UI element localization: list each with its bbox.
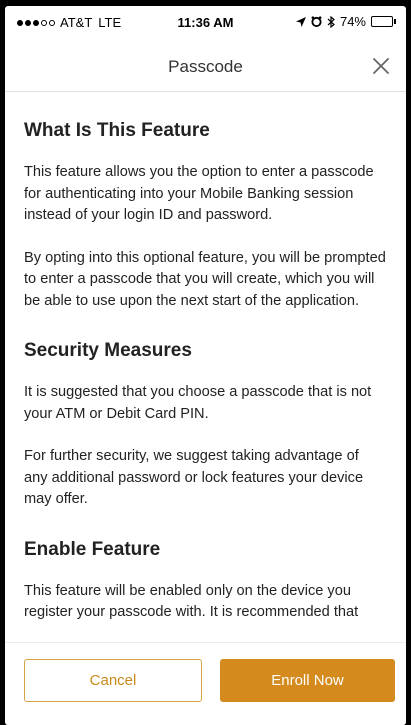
status-icons: 74% — [295, 14, 396, 29]
navigation-bar: Passcode — [5, 40, 406, 92]
location-arrow-icon — [295, 16, 306, 27]
section-paragraph: This feature allows you the option to en… — [24, 164, 374, 223]
battery-percent: 74% — [339, 14, 366, 29]
alarm-icon — [311, 16, 322, 27]
section-paragraph: It is suggested that you choose a passco… — [24, 384, 372, 422]
phone-screen: AT&T LTE 11:36 AM 74% Passcode What Is T… — [5, 6, 406, 725]
bluetooth-icon — [327, 15, 335, 28]
enroll-now-button[interactable]: Enroll Now — [220, 659, 395, 702]
section-heading-enable-feature: Enable Feature — [24, 538, 161, 560]
section-heading-security-measures: Security Measures — [24, 340, 192, 361]
close-icon[interactable] — [372, 57, 390, 75]
feature-description[interactable]: What Is This Feature This feature allows… — [5, 93, 406, 641]
cancel-button[interactable]: Cancel — [24, 659, 202, 702]
section-heading-what-is-this-feature: What Is This Feature — [24, 120, 210, 141]
section-paragraph: By opting into this optional feature, yo… — [24, 249, 386, 309]
section-paragraph: For further security, we suggest taking … — [24, 448, 364, 507]
action-footer: Cancel Enroll Now — [5, 642, 406, 725]
battery-icon — [371, 16, 396, 27]
section-paragraph: This feature will be enabled only on the… — [24, 582, 359, 621]
page-title: Passcode — [168, 57, 243, 76]
status-bar: AT&T LTE 11:36 AM 74% — [5, 6, 406, 40]
